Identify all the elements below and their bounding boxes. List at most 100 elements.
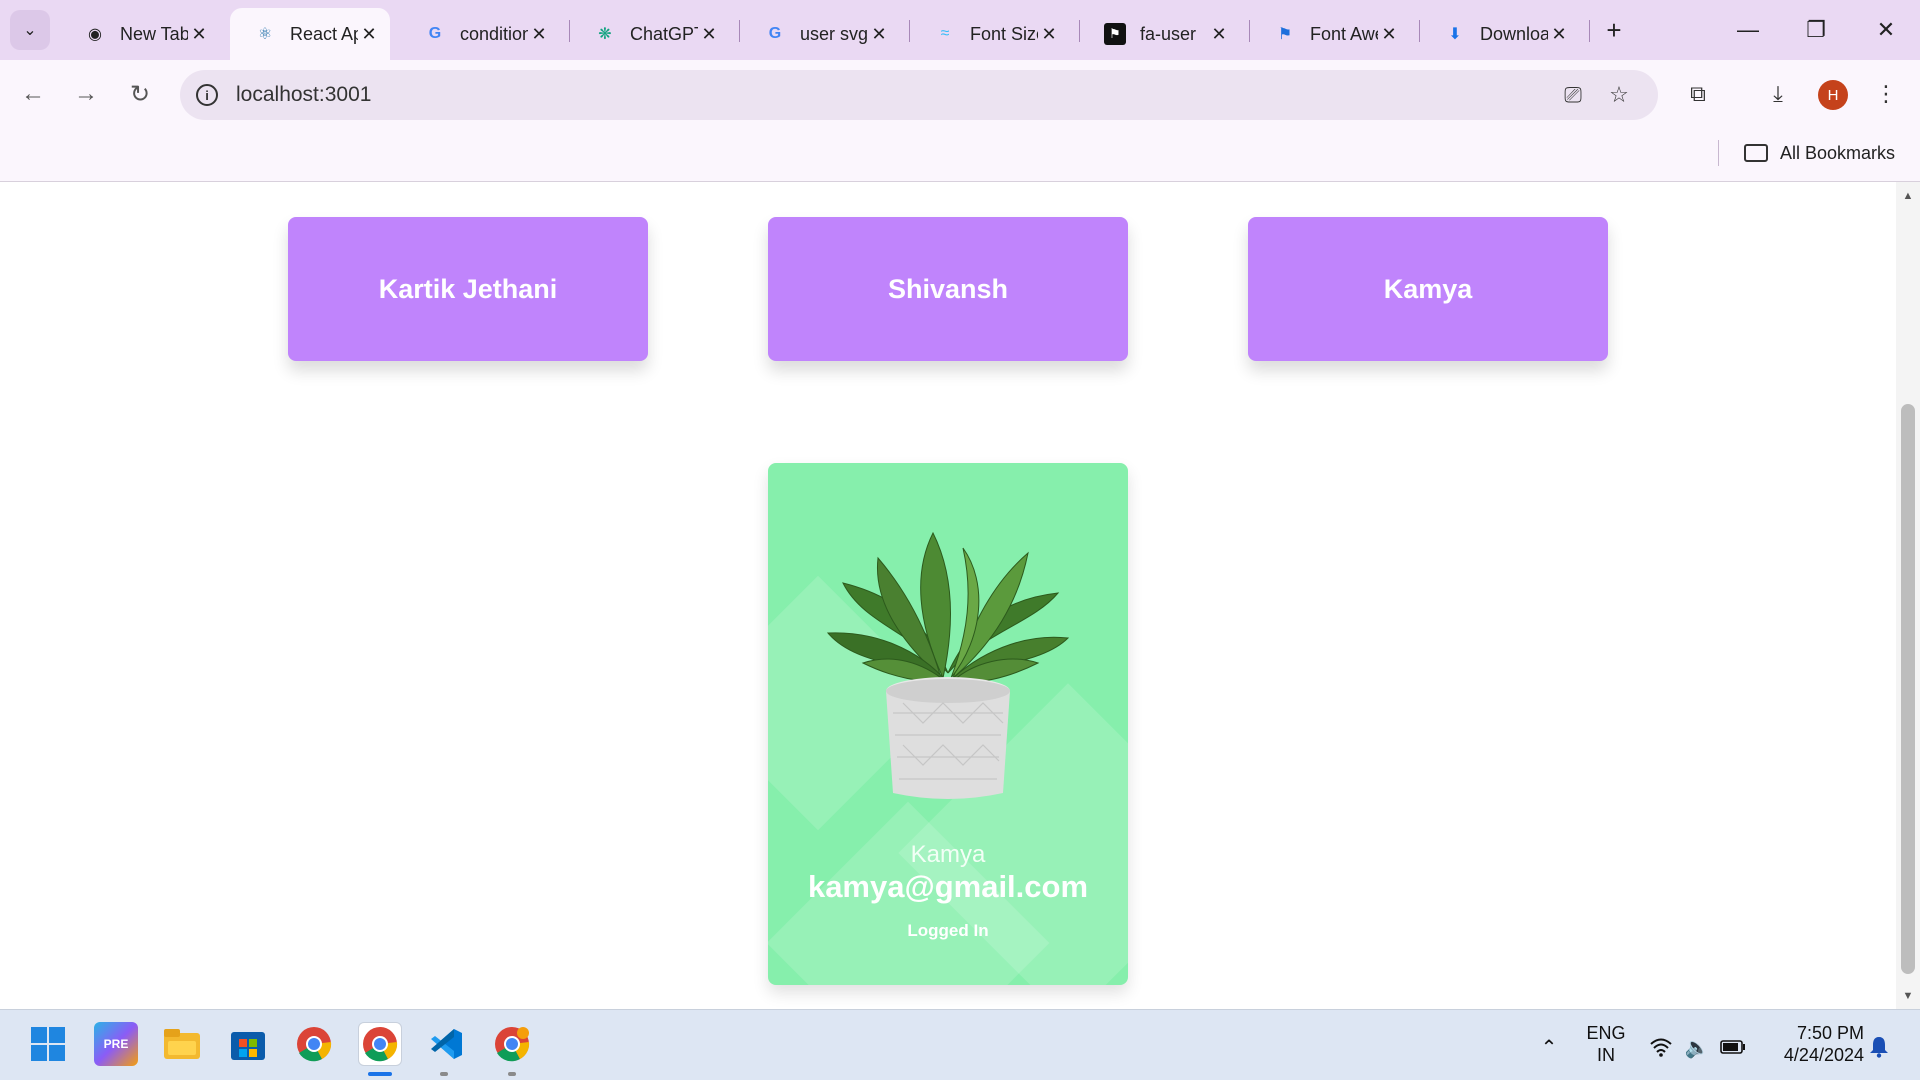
tab-title: Downloads [1480,23,1548,44]
all-bookmarks-button[interactable]: All Bookmarks [1744,138,1895,168]
bookmarks-bar: All Bookmarks [0,128,1920,182]
scroll-up-icon[interactable]: ▲ [1896,186,1920,206]
tab-font-size[interactable]: ≈ Font Size ✕ [910,8,1070,60]
install-app-icon[interactable]: ⎚ [1558,82,1588,108]
extensions-icon[interactable]: ⧉ [1680,76,1716,112]
tab-fa-user[interactable]: ⚑ fa-user ✕ [1080,8,1240,60]
tab-search-button[interactable]: ⌄ [10,10,50,50]
taskbar: PRE ⌃ ENG IN 🔈 7:50 PM 4/24/2024 [0,1009,1920,1080]
close-icon[interactable]: ✕ [698,24,720,45]
browser-toolbar: ← → ↻ i localhost:3001 ⎚ ☆ ⧉ ⤓ H ⋮ [0,60,1920,128]
tab-title: Font Awesome [1310,23,1378,44]
tab-strip: ⌄ ◉ New Tab ✕ ⚛ React App ✕ G conditiona… [0,0,1920,60]
bookmarks-separator [1718,140,1719,166]
page-scrollbar[interactable]: ▲ ▼ [1896,182,1920,1009]
google-icon: G [768,25,782,42]
page-content: Kartik Jethani Shivansh Kamya Kamya kamy… [0,182,1896,1009]
battery-icon[interactable] [1720,1034,1746,1060]
vscode-icon[interactable] [424,1022,468,1066]
notification-bell-icon[interactable] [1866,1034,1892,1060]
running-app-indicator [440,1072,448,1076]
site-info-icon[interactable]: i [196,84,218,106]
profile-email: kamya@gmail.com [807,869,1089,904]
profile-name: Kamya [910,841,986,868]
tab-title: user svg [800,23,868,44]
plant-image [826,531,1070,799]
new-tab-button[interactable]: + [1598,14,1630,46]
user-card-name: Kamya [1383,273,1473,304]
close-icon[interactable]: ✕ [1038,24,1060,45]
address-bar-url: localhost:3001 [236,83,372,106]
browser-chrome: ⌄ ◉ New Tab ✕ ⚛ React App ✕ G conditiona… [0,0,1920,182]
folder-icon [1744,144,1768,162]
chrome-profile-h-icon[interactable] [490,1022,534,1066]
tab-title: New Tab [120,23,188,44]
file-explorer-icon[interactable] [160,1022,204,1066]
menu-kebab-icon[interactable]: ⋮ [1868,76,1904,112]
tab-new-tab[interactable]: ◉ New Tab ✕ [60,8,220,60]
running-app-indicator [508,1072,516,1076]
user-card-kartik[interactable]: Kartik Jethani [288,217,648,361]
back-icon[interactable]: ← [15,76,51,112]
reload-icon[interactable]: ↻ [122,76,158,112]
profile-card: Kamya kamya@gmail.com Logged In [768,463,1128,985]
chrome-profile-taskbar-icon[interactable] [358,1022,402,1066]
active-app-indicator [368,1072,392,1076]
tab-font-awesome[interactable]: ⚑ Font Awesome ✕ [1250,8,1410,60]
language-indicator[interactable]: ENG IN [1580,1022,1632,1066]
user-card-name: Shivansh [887,273,1009,304]
address-bar[interactable]: i localhost:3001 ⎚ ☆ [180,70,1658,120]
clock-time: 7:50 PM [1796,1023,1864,1043]
tray-chevron-up-icon[interactable]: ⌃ [1536,1034,1562,1060]
language-code: ENG [1586,1023,1626,1043]
user-card-shivansh[interactable]: Shivansh [768,217,1128,361]
close-icon[interactable]: ✕ [358,24,380,45]
chrome-taskbar-icon[interactable] [292,1022,336,1066]
tab-title: React App [290,23,358,44]
profile-status: Logged In [907,921,989,940]
tab-react-app[interactable]: ⚛ React App ✕ [230,8,390,60]
tab-title: conditional [460,23,528,44]
user-card-name: Kartik Jethani [378,273,558,304]
user-card-kamya[interactable]: Kamya [1248,217,1608,361]
close-icon[interactable]: ✕ [528,24,550,45]
google-icon: G [428,25,442,42]
tab-user-svg[interactable]: G user svg ✕ [740,8,900,60]
close-icon[interactable]: ✕ [1378,24,1400,45]
close-icon[interactable]: ✕ [868,24,890,45]
wifi-icon[interactable] [1648,1034,1674,1060]
copilot-icon[interactable]: PRE [94,1022,138,1066]
tab-title: Font Size [970,23,1038,44]
close-icon[interactable]: ✕ [188,24,210,45]
tab-title: ChatGPT [630,23,698,44]
clock-date: 4/24/2024 [1783,1045,1864,1065]
scroll-down-icon[interactable]: ▼ [1896,986,1920,1006]
chatgpt-icon: ❋ [598,26,612,43]
tab-downloads[interactable]: ⬇ Downloads ✕ [1420,8,1580,60]
tab-chatgpt[interactable]: ❋ ChatGPT ✕ [570,8,730,60]
restore-icon[interactable]: ❐ [1796,10,1836,50]
tab-separator [1589,20,1590,42]
bookmark-star-icon[interactable]: ☆ [1604,82,1634,108]
clock[interactable]: 7:50 PM 4/24/2024 [1764,1022,1864,1066]
minimize-icon[interactable]: — [1728,10,1768,50]
chrome-icon: ◉ [88,26,102,43]
close-icon[interactable]: ✕ [1548,24,1570,45]
tab-conditional[interactable]: G conditional ✕ [400,8,560,60]
microsoft-store-icon[interactable] [226,1022,270,1066]
close-icon[interactable]: ✕ [1208,24,1230,45]
downloads-icon[interactable]: ⤓ [1760,76,1796,112]
windows-start-icon[interactable] [26,1022,70,1066]
tab-title: fa-user [1140,23,1197,44]
fontawesome-flag-icon: ⚑ [1104,23,1126,45]
scroll-thumb[interactable] [1901,404,1915,974]
tailwind-icon: ≈ [940,25,950,42]
close-window-icon[interactable]: ✕ [1866,10,1906,50]
profile-avatar[interactable]: H [1818,80,1848,110]
download-icon: ⬇ [1448,26,1462,43]
forward-icon[interactable]: → [68,76,104,112]
region-code: IN [1597,1045,1615,1065]
react-icon: ⚛ [257,26,273,43]
fontawesome-icon: ⚑ [1277,26,1293,43]
volume-icon[interactable]: 🔈 [1684,1034,1710,1060]
